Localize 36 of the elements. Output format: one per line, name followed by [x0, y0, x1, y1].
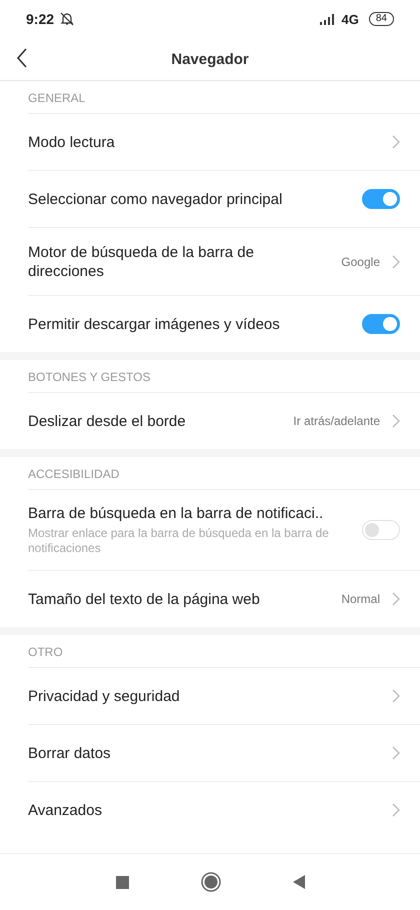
setting-label: Modo lectura [28, 132, 116, 152]
section-title: GENERAL [27, 90, 86, 107]
chevron-right-icon [392, 689, 400, 703]
chevron-right-icon [392, 592, 400, 606]
toggle-switch[interactable] [362, 314, 400, 334]
setting-label: Deslizar desde el borde [28, 412, 187, 430]
setting-value: Google [341, 254, 380, 268]
chevron-right-icon [392, 803, 400, 817]
chevron-right-icon [392, 746, 400, 760]
signal-icon [320, 14, 336, 24]
back-triangle-icon[interactable] [292, 875, 304, 889]
network-type: 4G [342, 12, 359, 26]
setting-label: Permitir descargar imágenes y vídeos [28, 314, 281, 334]
toggle-switch[interactable] [362, 189, 400, 209]
status-time: 9:22 [26, 11, 54, 27]
battery-level: 84 [368, 12, 394, 26]
setting-value: Ir atrás/adelante [293, 414, 380, 428]
setting-label: Barra de búsqueda en la barra de notificaci.. [28, 504, 324, 523]
section-title: ACCESIBILIDAD [27, 466, 120, 483]
chevron-right-icon [392, 135, 400, 149]
home-circle-icon[interactable] [200, 872, 220, 892]
setting-label: Tamaño del texto de la página web [28, 590, 261, 608]
setting-label: Privacidad y seguridad [28, 686, 181, 706]
square-icon[interactable] [116, 876, 128, 888]
setting-label: Motor de búsqueda de la barra de direcciones [28, 242, 255, 280]
setting-value: Normal [341, 592, 380, 606]
setting-description: Mostrar enlace para la barra de búsqueda en la barra de notificaciones [28, 526, 330, 556]
setting-label: Borrar datos [28, 744, 112, 762]
page-title: Navegador [171, 50, 249, 68]
setting-label: Seleccionar como navegador principal [28, 190, 284, 208]
section-title: BOTONES Y GESTOS [27, 369, 152, 386]
section-title: OTRO [27, 644, 64, 661]
chevron-right-icon [392, 414, 400, 428]
muted-bell-icon [60, 12, 74, 26]
chevron-right-icon [392, 254, 400, 268]
setting-label: Avanzados [28, 800, 103, 820]
